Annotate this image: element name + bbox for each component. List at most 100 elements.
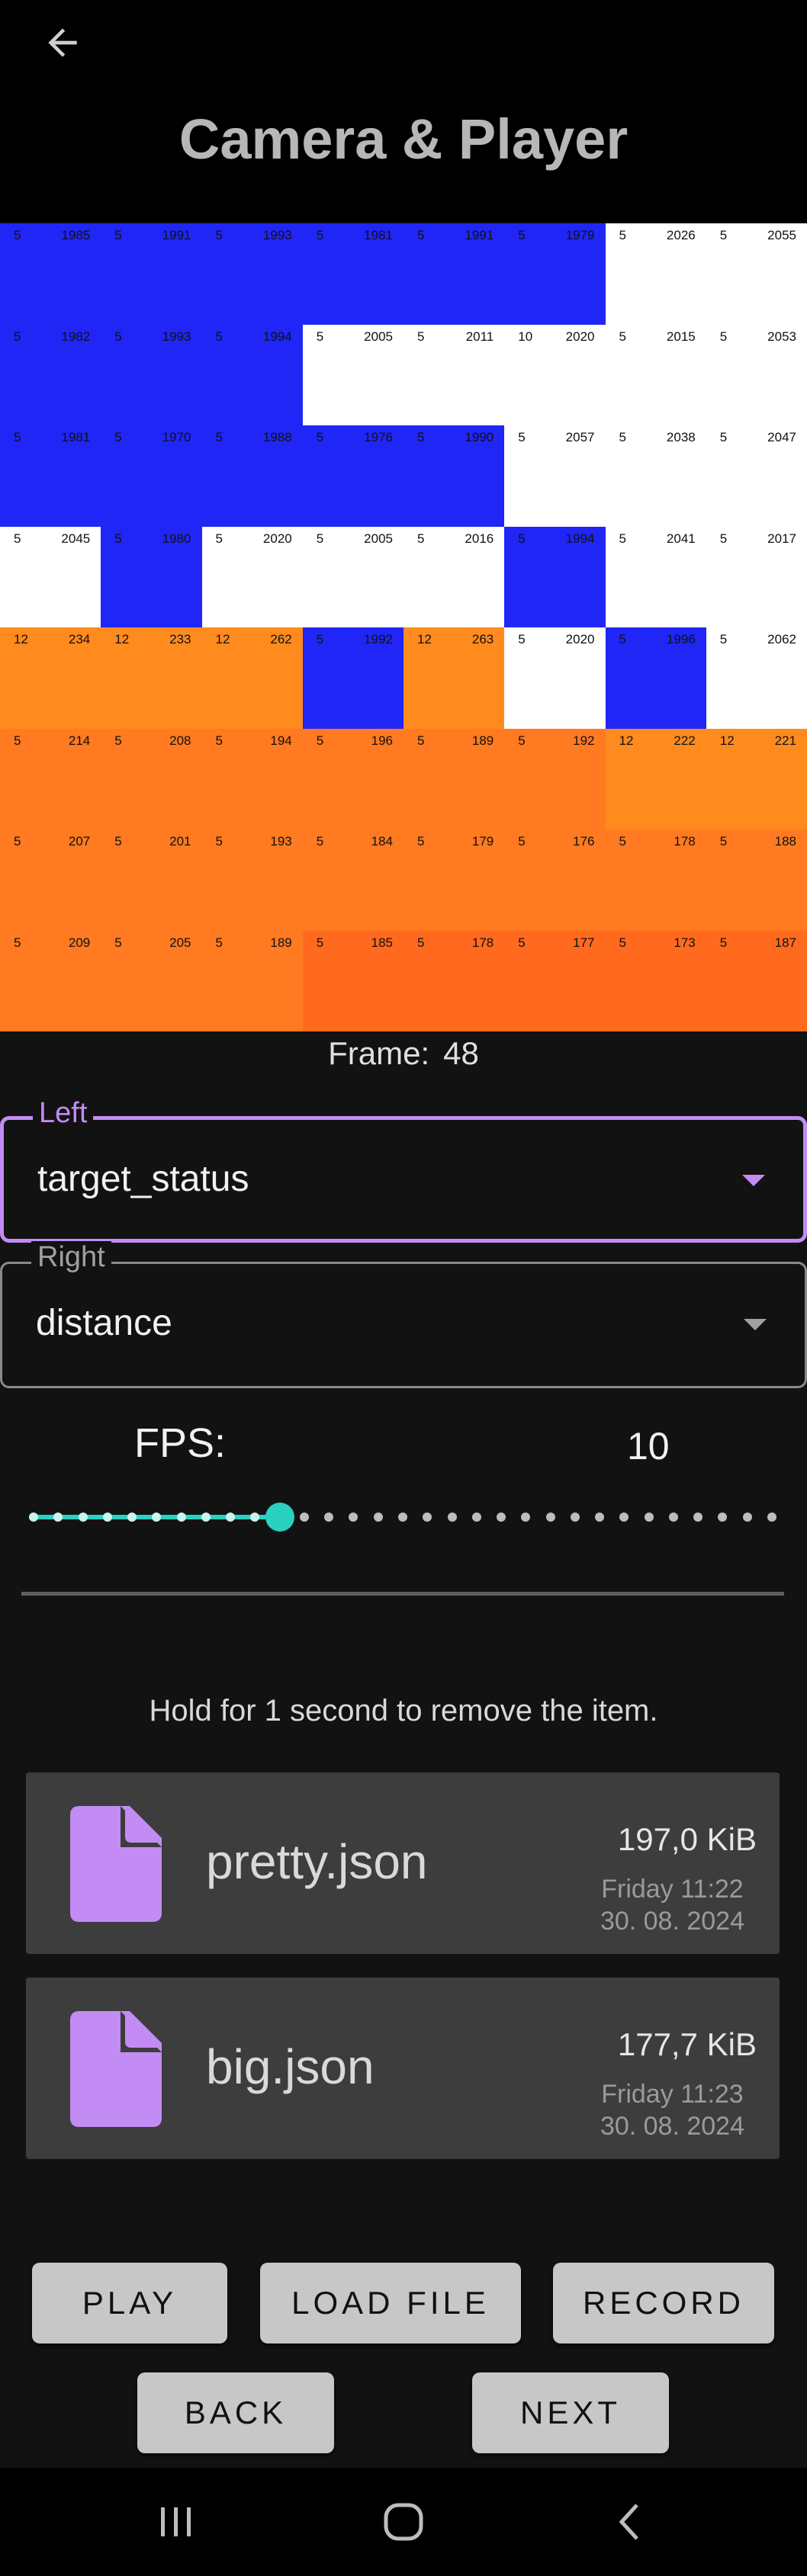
slider-tick (152, 1513, 162, 1522)
cell-right-value: 1980 (162, 531, 191, 546)
cell-right-value: 2038 (666, 430, 696, 444)
cell-left-value: 5 (114, 531, 122, 546)
cell-right-value: 2017 (767, 531, 796, 546)
cell-left-value: 5 (518, 733, 526, 748)
cell-right-value: 1976 (364, 430, 393, 444)
cell-right-value: 184 (371, 834, 393, 849)
grid-cell: 12 262 (201, 627, 303, 729)
back-button[interactable]: BACK (137, 2372, 334, 2453)
grid-cell: 5 176 (504, 829, 606, 931)
grid-cell: 5 1981 (302, 223, 404, 325)
cell-left-value: 5 (316, 935, 324, 950)
grid-cell: 5 1981 (0, 425, 101, 527)
home-icon[interactable] (377, 2498, 430, 2546)
fps-slider[interactable] (29, 1498, 776, 1536)
cell-left-value: 5 (215, 531, 223, 546)
file-date: Friday 11:23 30. 08. 2024 (600, 2078, 744, 2142)
file-item-pretty-json[interactable]: pretty.json 197,0 KiB Friday 11:22 30. 0… (26, 1772, 780, 1954)
grid-cell: 5 2015 (605, 324, 706, 425)
grid-cell: 5 194 (201, 728, 303, 829)
cell-right-value: 1996 (666, 632, 696, 646)
cell-right-value: 209 (68, 935, 91, 950)
caret-down-icon (742, 1175, 765, 1186)
cell-left-value: 5 (719, 935, 728, 950)
next-button[interactable]: NEXT (472, 2372, 669, 2453)
play-button[interactable]: PLAY (32, 2263, 227, 2343)
cell-left-value: 5 (417, 935, 425, 950)
cell-right-value: 179 (471, 834, 494, 849)
cell-left-value: 5 (316, 430, 324, 444)
cell-left-value: 5 (619, 935, 626, 950)
grid-cell: 5 1991 (404, 223, 505, 325)
grid-cell: 5 1990 (404, 425, 505, 527)
grid-cell: 5 1994 (201, 324, 303, 425)
grid-cell: 5 1993 (101, 324, 202, 425)
cell-left-value: 5 (215, 935, 223, 950)
grid-cell: 5 209 (0, 930, 101, 1031)
grid-cell: 5 1982 (0, 324, 101, 425)
left-select[interactable]: Left target_status (0, 1097, 807, 1243)
slider-tick (545, 1513, 555, 1522)
cell-left-value: 5 (215, 733, 223, 748)
arrow-left-icon[interactable] (35, 15, 90, 70)
cell-right-value: 193 (270, 834, 292, 849)
grid-cell: 5 214 (0, 728, 101, 829)
file-item-big-json[interactable]: big.json 177,7 KiB Friday 11:23 30. 08. … (26, 1978, 780, 2159)
cell-left-value: 5 (215, 228, 223, 242)
slider-tick (102, 1513, 112, 1522)
slider-tick (349, 1513, 358, 1522)
slider-thumb[interactable] (265, 1503, 294, 1532)
back-chevron-icon[interactable] (603, 2498, 656, 2546)
cell-right-value: 1981 (61, 430, 91, 444)
cell-left-value: 5 (316, 632, 324, 646)
left-select-value: target_status (37, 1159, 249, 1199)
cell-left-value: 5 (619, 632, 626, 646)
cell-left-value: 5 (417, 430, 425, 444)
grid-cell: 5 1976 (302, 425, 404, 527)
cell-left-value: 5 (417, 531, 425, 546)
slider-tick (668, 1513, 678, 1522)
load-file-button[interactable]: LOAD FILE (260, 2263, 521, 2343)
file-icon (70, 2011, 162, 2127)
fps-value: 10 (627, 1425, 670, 1468)
cell-right-value: 221 (774, 733, 796, 748)
cell-right-value: 263 (471, 632, 494, 646)
cell-right-value: 1970 (162, 430, 191, 444)
grid-cell: 5 1970 (101, 425, 202, 527)
record-button[interactable]: RECORD (553, 2263, 774, 2343)
cell-left-value: 5 (316, 329, 324, 344)
cell-right-value: 189 (270, 935, 292, 950)
cell-left-value: 5 (719, 228, 728, 242)
cell-left-value: 5 (619, 329, 626, 344)
grid-cell: 12 233 (101, 627, 202, 729)
cell-right-value: 2020 (565, 329, 595, 344)
grid-cell: 5 2053 (706, 324, 807, 425)
cell-right-value: 2015 (666, 329, 696, 344)
slider-tick (767, 1513, 776, 1522)
grid-cell: 5 2005 (302, 324, 404, 425)
cell-right-value: 188 (774, 834, 796, 849)
cell-left-value: 5 (114, 329, 122, 344)
grid-cell: 5 192 (504, 728, 606, 829)
cell-left-value: 5 (14, 733, 21, 748)
cell-right-value: 207 (68, 834, 91, 849)
grid-cell: 12 221 (706, 728, 807, 829)
file-size: 177,7 KiB (617, 2026, 757, 2062)
cell-left-value: 5 (619, 834, 626, 849)
cell-left-value: 5 (316, 228, 324, 242)
recents-icon[interactable] (150, 2498, 203, 2546)
right-select[interactable]: Right distance (0, 1241, 807, 1388)
grid-cell: 5 1994 (504, 526, 606, 627)
cell-right-value: 178 (674, 834, 696, 849)
slider-tick (373, 1513, 383, 1522)
grid-cell: 5 187 (706, 930, 807, 1031)
grid-cell: 5 1979 (504, 223, 606, 325)
grid-cell: 5 177 (504, 930, 606, 1031)
cell-left-value: 5 (417, 834, 425, 849)
file-name: pretty.json (206, 1834, 428, 1889)
cell-left-value: 5 (417, 228, 425, 242)
grid-cell: 5 185 (302, 930, 404, 1031)
file-icon (70, 1806, 162, 1922)
cell-right-value: 1981 (364, 228, 393, 242)
frame-label: Frame: (328, 1035, 430, 1071)
